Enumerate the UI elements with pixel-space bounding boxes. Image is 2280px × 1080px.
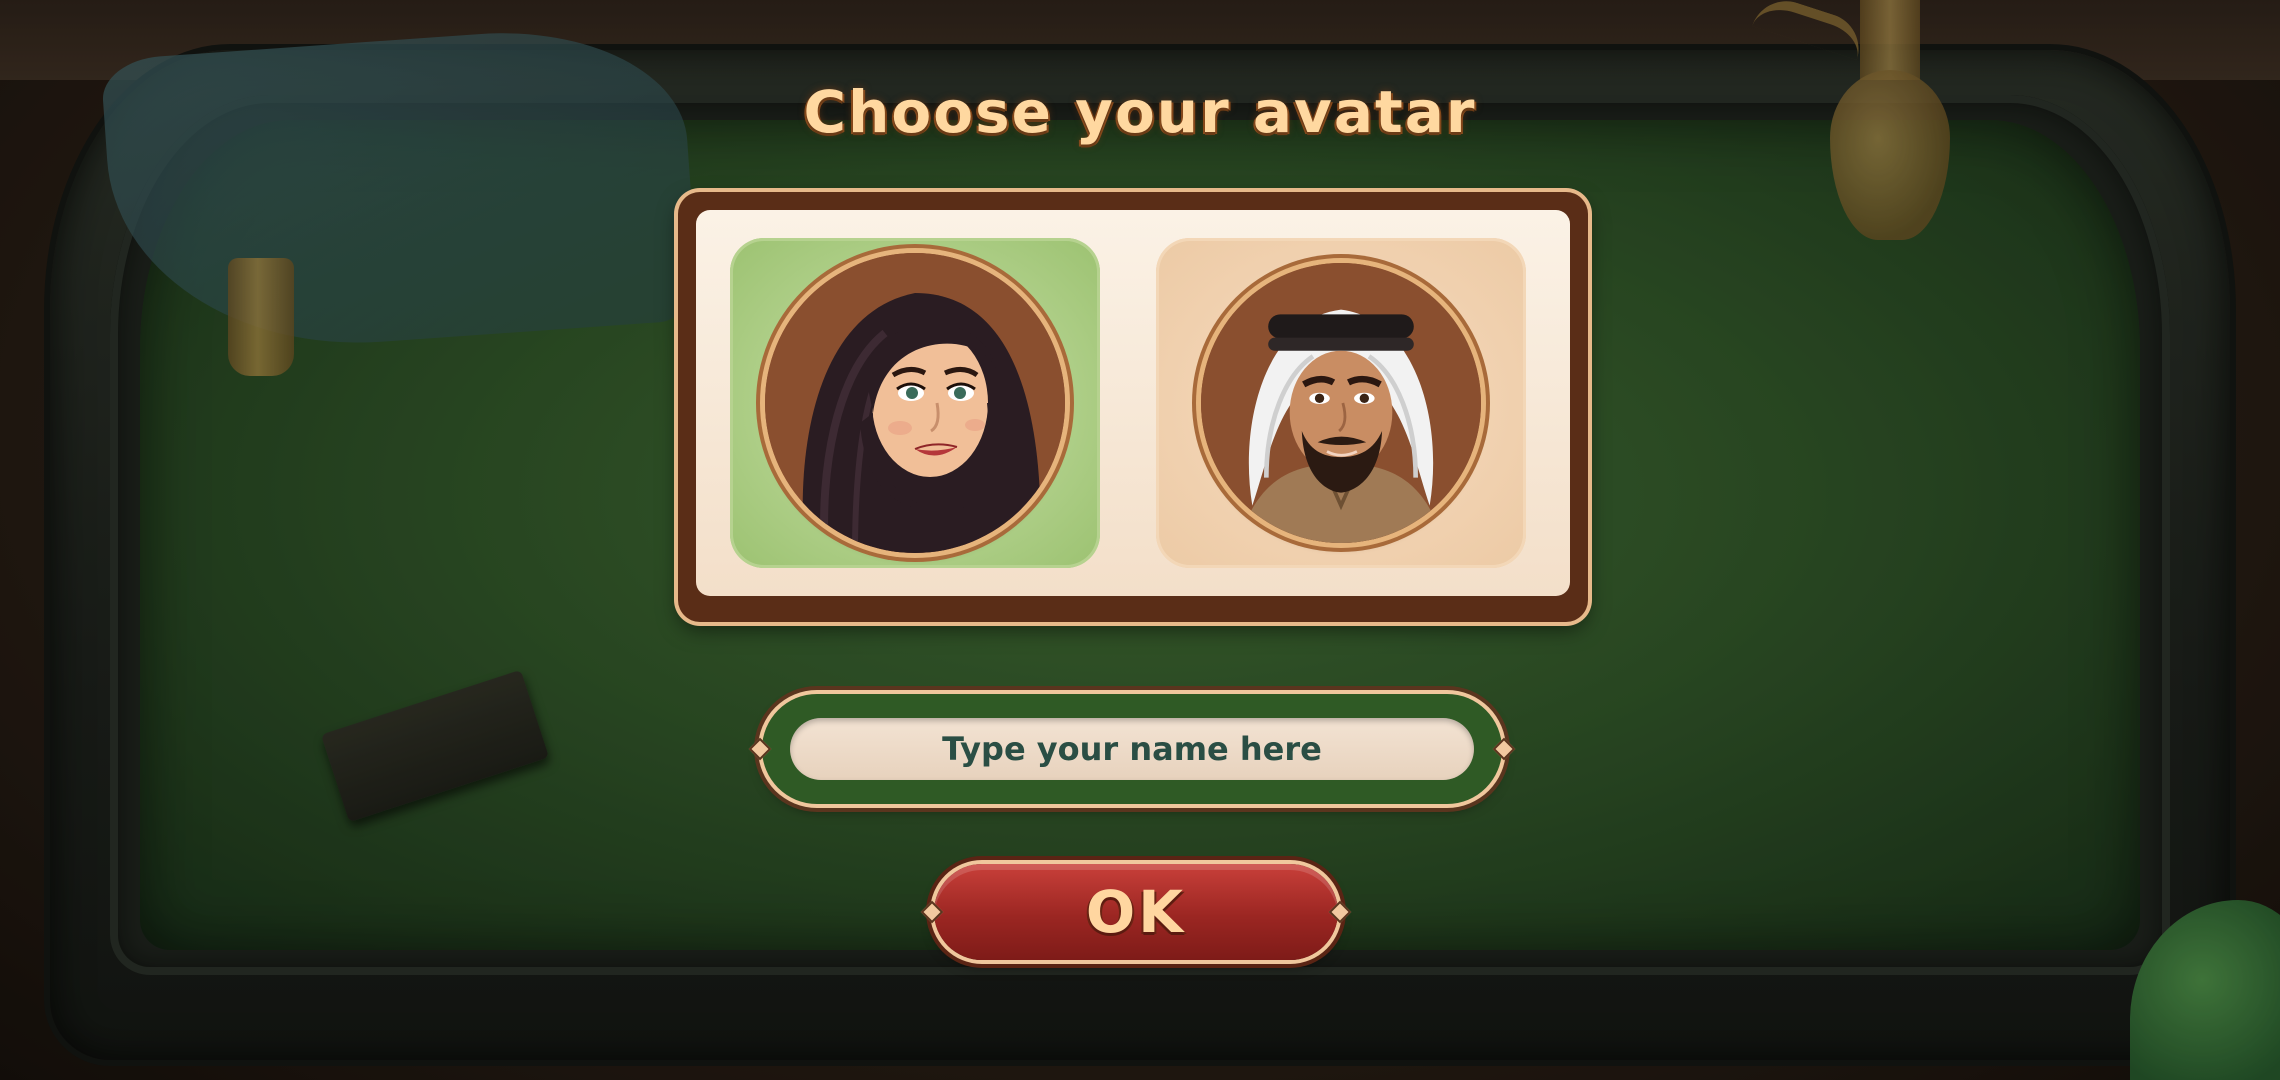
avatar-selection-panel-inner <box>696 210 1570 596</box>
woman-avatar-icon <box>765 253 1065 553</box>
name-input[interactable] <box>790 718 1474 780</box>
avatar-option-man[interactable] <box>1156 238 1526 568</box>
woman-avatar-portrait <box>765 253 1065 553</box>
avatar-option-woman[interactable] <box>730 238 1100 568</box>
avatar-selection-panel <box>678 192 1588 622</box>
man-avatar-portrait <box>1201 263 1481 543</box>
ok-button[interactable]: OK <box>920 864 1352 960</box>
game-scene: Choose your avatar Type your name here O… <box>0 0 2280 1080</box>
name-input-frame <box>748 694 1516 804</box>
ok-button-label: OK <box>1085 878 1187 946</box>
dialog-title: Choose your avatar <box>803 78 1477 146</box>
man-avatar-icon <box>1201 263 1481 543</box>
